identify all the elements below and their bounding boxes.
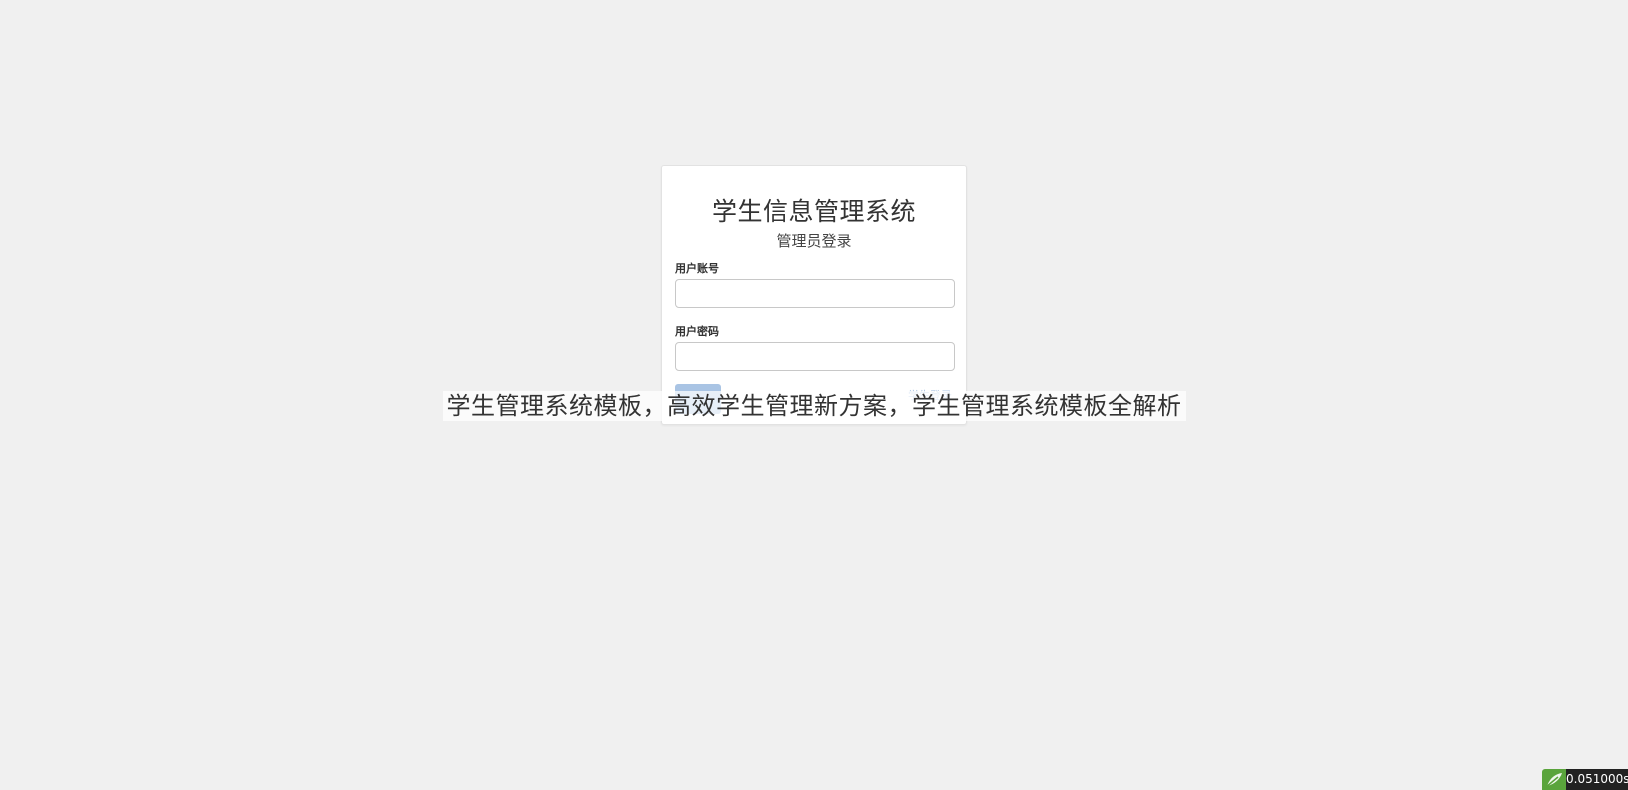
page-background: 学生信息管理系统 管理员登录 用户账号 用户密码 学生登录 学生管理系统模板，高… <box>0 0 1628 790</box>
overlay-caption: 学生管理系统模板，高效学生管理新方案，学生管理系统模板全解析 <box>0 386 1628 421</box>
leaf-logo-icon <box>1542 769 1566 790</box>
page-title: 学生信息管理系统 <box>711 197 916 226</box>
username-label: 用户账号 <box>675 262 719 275</box>
render-timer: 0.051000s <box>1566 769 1628 790</box>
password-label: 用户密码 <box>675 325 719 338</box>
login-subtitle: 管理员登录 <box>776 232 852 250</box>
overlay-caption-text: 学生管理系统模板，高效学生管理新方案，学生管理系统模板全解析 <box>442 391 1186 421</box>
username-input[interactable] <box>675 279 955 308</box>
password-input[interactable] <box>675 342 955 371</box>
